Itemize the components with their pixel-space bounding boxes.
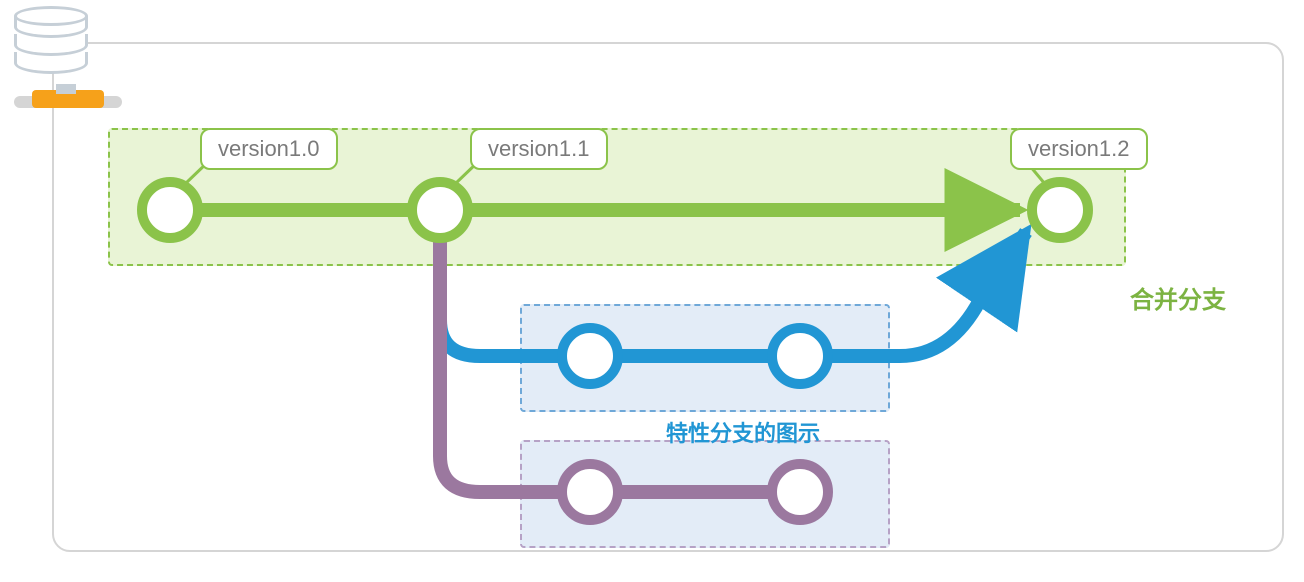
database-icon <box>14 6 88 80</box>
diagram-canvas: version1.0 version1.1 version1.2 合并分支 特性… <box>0 0 1304 582</box>
version-tag-2: version1.1 <box>470 128 608 170</box>
version-tag-1: version1.0 <box>200 128 338 170</box>
version-tag-3: version1.2 <box>1010 128 1148 170</box>
feature-label: 特性分支的图示 <box>666 416 820 448</box>
feature-branch-region <box>520 304 890 412</box>
merge-label: 合并分支 <box>1130 280 1226 315</box>
second-feature-region <box>520 440 890 548</box>
